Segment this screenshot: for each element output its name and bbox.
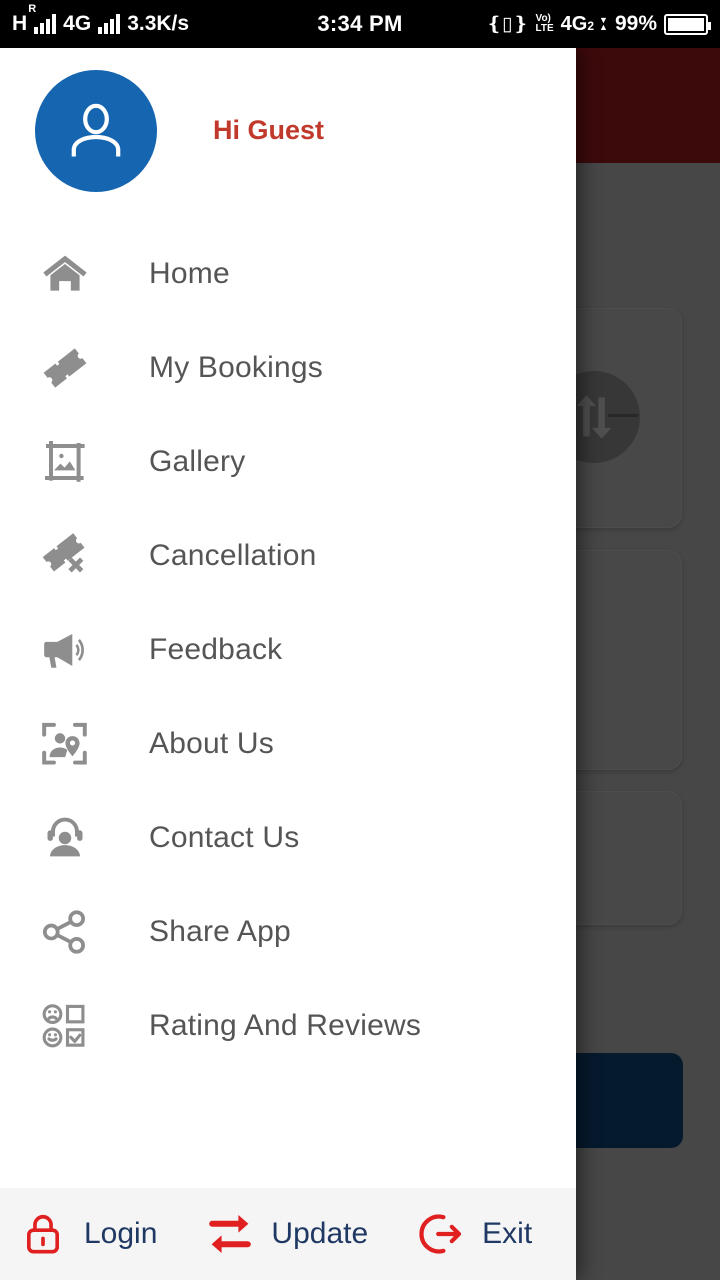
menu-item-feedback[interactable]: Feedback bbox=[0, 603, 576, 697]
menu-item-label: Rating And Reviews bbox=[149, 1009, 422, 1042]
data-activity-arrows-icon: ▼ ▲ bbox=[599, 15, 608, 32]
login-button[interactable]: Login bbox=[16, 1207, 157, 1261]
menu-item-label: Home bbox=[149, 257, 230, 290]
headset-support-icon bbox=[35, 808, 95, 868]
menu-item-label: About Us bbox=[149, 727, 274, 760]
home-icon bbox=[35, 244, 95, 304]
logout-icon bbox=[414, 1207, 468, 1261]
survey-rating-icon bbox=[35, 996, 95, 1056]
about-location-icon bbox=[35, 714, 95, 774]
battery-percent-label: 99% bbox=[614, 12, 657, 35]
login-label: Login bbox=[84, 1217, 158, 1250]
menu-item-rating-and-reviews[interactable]: Rating And Reviews bbox=[0, 979, 576, 1073]
ticket-cancel-icon bbox=[35, 526, 95, 586]
navigation-drawer: Hi Guest Home My Bookings Gallery Cancel… bbox=[0, 48, 576, 1280]
gallery-image-icon bbox=[35, 432, 95, 492]
menu-item-contact-us[interactable]: Contact Us bbox=[0, 791, 576, 885]
megaphone-icon bbox=[35, 620, 95, 680]
menu-item-label: Cancellation bbox=[149, 539, 317, 572]
exit-button[interactable]: Exit bbox=[414, 1207, 532, 1261]
greeting-label: Hi Guest bbox=[213, 115, 325, 145]
drawer-menu-list: Home My Bookings Gallery Cancellation Fe… bbox=[0, 213, 576, 1073]
menu-item-cancellation[interactable]: Cancellation bbox=[0, 509, 576, 603]
menu-item-label: Contact Us bbox=[149, 821, 300, 854]
menu-item-label: Share App bbox=[149, 915, 291, 948]
phone-screen: HR 4G 3.3K/s 3:34 PM ❴▯❵ Vo) LTE 4G 2 ▼ ▲ … bbox=[0, 0, 720, 1280]
exit-label: Exit bbox=[482, 1217, 533, 1250]
update-button[interactable]: Update bbox=[203, 1207, 368, 1261]
menu-item-about-us[interactable]: About Us bbox=[0, 697, 576, 791]
status-bar-right: ❴▯❵ Vo) LTE 4G 2 ▼ ▲ 99% bbox=[486, 12, 711, 36]
menu-item-label: Feedback bbox=[149, 633, 283, 666]
menu-item-share-app[interactable]: Share App bbox=[0, 885, 576, 979]
sim2-network-label: 4G 2 bbox=[560, 12, 595, 35]
swap-arrows-icon bbox=[203, 1207, 257, 1261]
status-bar: HR 4G 3.3K/s 3:34 PM ❴▯❵ Vo) LTE 4G 2 ▼ ▲ … bbox=[0, 0, 720, 48]
lock-icon bbox=[16, 1207, 70, 1261]
menu-item-home[interactable]: Home bbox=[0, 227, 576, 321]
drawer-scroll-area: Hi Guest Home My Bookings Gallery Cancel… bbox=[0, 48, 576, 1188]
volte-icon: Vo) LTE bbox=[535, 13, 554, 34]
menu-item-gallery[interactable]: Gallery bbox=[0, 415, 576, 509]
drawer-profile-header[interactable]: Hi Guest bbox=[0, 48, 576, 213]
user-avatar-icon[interactable] bbox=[35, 69, 157, 192]
menu-item-label: Gallery bbox=[149, 445, 246, 478]
menu-item-my-bookings[interactable]: My Bookings bbox=[0, 321, 576, 415]
battery-icon bbox=[664, 13, 711, 35]
drawer-bottom-action-bar: Login Update Exit bbox=[0, 1188, 576, 1280]
vibrate-icon: ❴▯❵ bbox=[486, 13, 529, 35]
update-label: Update bbox=[271, 1217, 369, 1250]
menu-item-label: My Bookings bbox=[149, 351, 323, 384]
share-nodes-icon bbox=[35, 902, 95, 962]
ticket-icon bbox=[35, 338, 95, 398]
